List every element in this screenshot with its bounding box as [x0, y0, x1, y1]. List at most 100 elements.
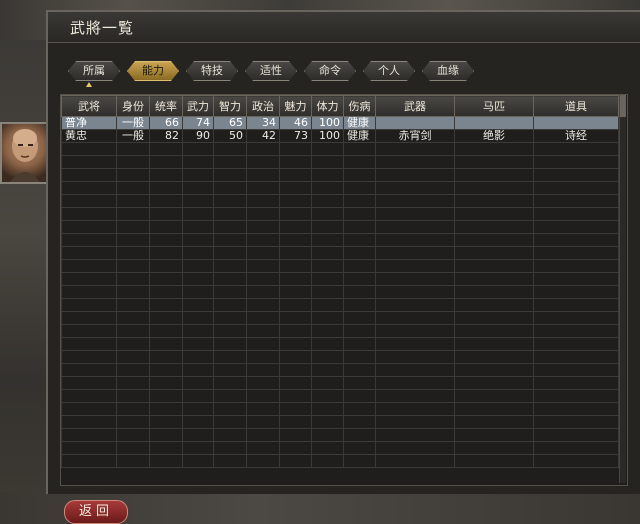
table-row-empty	[61, 324, 619, 338]
table-row-empty	[61, 376, 619, 390]
empty-cell	[61, 298, 117, 312]
empty-cell	[116, 168, 150, 182]
table-scrollbar[interactable]	[619, 95, 626, 483]
empty-cell	[279, 441, 312, 455]
empty-cell	[454, 233, 534, 247]
cell-intelligence: 50	[213, 129, 247, 143]
empty-cell	[149, 441, 183, 455]
tab-bloodline[interactable]: 血缘	[422, 61, 474, 81]
empty-cell	[311, 285, 344, 299]
empty-cell	[375, 324, 455, 338]
table-row-empty	[61, 350, 619, 364]
empty-cell	[149, 298, 183, 312]
empty-cell	[182, 155, 214, 169]
empty-cell	[213, 168, 247, 182]
cell-injury: 健康	[343, 129, 376, 143]
table-row-empty	[61, 142, 619, 156]
table-row[interactable]: 黄忠 一般 82 90 50 42 73 100 健康 赤宵剑 绝影 诗经	[61, 129, 619, 143]
column-header-injury[interactable]: 伤病	[343, 95, 376, 117]
empty-cell	[343, 220, 376, 234]
table-row-empty	[61, 415, 619, 429]
empty-cell	[149, 402, 183, 416]
column-header-stamina[interactable]: 体力	[311, 95, 344, 117]
empty-cell	[375, 181, 455, 195]
cell-intelligence: 65	[213, 116, 247, 130]
empty-cell	[246, 441, 280, 455]
empty-cell	[182, 233, 214, 247]
cell-leadership: 66	[149, 116, 183, 130]
empty-cell	[116, 311, 150, 325]
window-title: 武將一覧	[70, 19, 135, 37]
empty-cell	[213, 207, 247, 221]
empty-cell	[343, 311, 376, 325]
table-row[interactable]: 普净 一般 66 74 65 34 46 100 健康	[61, 116, 619, 130]
empty-cell	[279, 363, 312, 377]
empty-cell	[343, 441, 376, 455]
empty-cell	[454, 454, 534, 468]
empty-cell	[61, 402, 117, 416]
column-header-weapon[interactable]: 武器	[375, 95, 455, 117]
empty-cell	[533, 337, 619, 351]
empty-cell	[454, 324, 534, 338]
empty-cell	[533, 376, 619, 390]
empty-cell	[533, 441, 619, 455]
empty-cell	[61, 181, 117, 195]
empty-cell	[279, 220, 312, 234]
column-header-intelligence[interactable]: 智力	[213, 95, 247, 117]
empty-cell	[375, 389, 455, 403]
column-header-item[interactable]: 道具	[533, 95, 619, 117]
empty-cell	[279, 194, 312, 208]
column-header-rank[interactable]: 身份	[116, 95, 150, 117]
column-header-leadership[interactable]: 统率	[149, 95, 183, 117]
tab-ability[interactable]: 能力	[127, 61, 179, 81]
empty-cell	[213, 246, 247, 260]
tab-skills[interactable]: 特技	[186, 61, 238, 81]
empty-cell	[454, 168, 534, 182]
empty-cell	[279, 389, 312, 403]
empty-cell	[454, 285, 534, 299]
column-header-war[interactable]: 武力	[182, 95, 214, 117]
empty-cell	[246, 181, 280, 195]
empty-cell	[343, 272, 376, 286]
empty-cell	[246, 155, 280, 169]
empty-cell	[246, 350, 280, 364]
tab-personal[interactable]: 个人	[363, 61, 415, 81]
column-header-charisma[interactable]: 魅力	[279, 95, 312, 117]
empty-cell	[182, 285, 214, 299]
empty-cell	[61, 142, 117, 156]
tab-aptitude[interactable]: 适性	[245, 61, 297, 81]
empty-cell	[116, 246, 150, 260]
column-header-general[interactable]: 武将	[61, 95, 117, 117]
column-header-politics[interactable]: 政治	[246, 95, 280, 117]
empty-cell	[149, 207, 183, 221]
empty-cell	[61, 246, 117, 260]
empty-cell	[533, 246, 619, 260]
empty-cell	[343, 233, 376, 247]
cell-weapon: 赤宵剑	[375, 129, 455, 143]
empty-cell	[116, 389, 150, 403]
empty-cell	[116, 155, 150, 169]
empty-cell	[116, 233, 150, 247]
empty-cell	[279, 233, 312, 247]
cell-general: 普净	[61, 116, 117, 130]
empty-cell	[279, 324, 312, 338]
empty-cell	[311, 246, 344, 260]
table-row-empty	[61, 441, 619, 455]
cell-rank: 一般	[116, 116, 150, 130]
empty-cell	[454, 220, 534, 234]
tab-affiliation[interactable]: 所属	[68, 61, 120, 81]
empty-cell	[213, 311, 247, 325]
cell-item	[533, 116, 619, 130]
empty-cell	[279, 402, 312, 416]
empty-cell	[246, 207, 280, 221]
empty-cell	[182, 246, 214, 260]
back-button[interactable]: 返回	[64, 500, 128, 524]
cell-weapon	[375, 116, 455, 130]
cell-politics: 42	[246, 129, 280, 143]
empty-cell	[311, 441, 344, 455]
column-header-horse[interactable]: 马匹	[454, 95, 534, 117]
tab-command[interactable]: 命令	[304, 61, 356, 81]
empty-cell	[533, 272, 619, 286]
empty-cell	[61, 389, 117, 403]
scrollbar-thumb[interactable]	[620, 95, 626, 117]
